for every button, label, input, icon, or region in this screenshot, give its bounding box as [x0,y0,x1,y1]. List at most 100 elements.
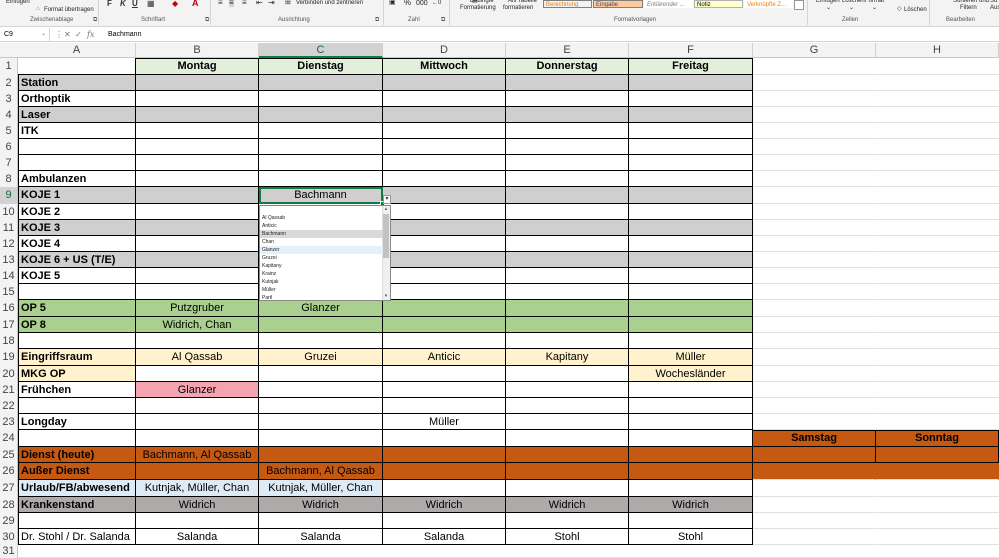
row-header-23[interactable]: 23 [0,414,18,430]
cell-h15[interactable] [876,284,999,300]
row-header-18[interactable]: 18 [0,333,18,349]
cell-h10[interactable] [876,204,999,220]
column-header-b[interactable]: B [136,43,259,58]
formula-input[interactable]: Bachmann [108,28,141,41]
cell-h9[interactable] [876,187,999,204]
cell-e23[interactable] [506,414,629,430]
cell-d2[interactable] [383,75,506,91]
column-header-h[interactable]: H [876,43,999,58]
cell-b29[interactable] [136,513,259,529]
enter-icon[interactable]: ✓ [75,28,82,41]
row-header-3[interactable]: 3 [0,91,18,107]
cell-f5[interactable] [629,123,753,139]
format-chevron-icon[interactable]: ⌄ [872,5,877,12]
cell-a8[interactable]: Ambulanzen [18,171,136,187]
cell-d20[interactable] [383,366,506,382]
cell-c29[interactable] [259,513,383,529]
cell-c5[interactable] [259,123,383,139]
fill-color-icon[interactable]: ◆ [172,0,178,8]
row-header-30[interactable]: 30 [0,529,18,545]
cell-b11[interactable] [136,220,259,236]
cell-f31[interactable] [629,545,753,558]
cell-g4[interactable] [753,107,876,123]
row-header-8[interactable]: 8 [0,171,18,187]
cell-b4[interactable] [136,107,259,123]
cell-g25[interactable] [753,447,876,463]
cell-f14[interactable] [629,268,753,284]
cell-g18[interactable] [753,333,876,349]
cell-b8[interactable] [136,171,259,187]
dropdown-option[interactable]: Kutnjak [260,278,383,286]
cell-d13[interactable] [383,252,506,268]
cell-g2[interactable] [753,75,876,91]
cell-f24[interactable] [629,430,753,447]
cell-g13[interactable] [753,252,876,268]
row-header-1[interactable]: 1 [0,58,18,75]
cell-c3[interactable] [259,91,383,107]
cell-g21[interactable] [753,382,876,398]
cell-d10[interactable] [383,204,506,220]
column-header-c[interactable]: C [259,43,383,58]
cell-c2[interactable] [259,75,383,91]
format-painter-button[interactable]: Format übertragen [44,7,94,14]
cell-d19[interactable]: Anticic [383,349,506,366]
cell-e22[interactable] [506,398,629,414]
cell-a20[interactable]: MKG OP [18,366,136,382]
cell-h24[interactable]: Sonntag [876,430,999,447]
clear-icon[interactable]: ◇ [897,6,902,13]
cell-c28[interactable]: Widrich [259,497,383,513]
sort-filter-button-2[interactable]: Filtern [960,5,977,12]
cell-g17[interactable] [753,317,876,333]
styles-more-button[interactable] [794,0,804,10]
cell-f23[interactable] [629,414,753,430]
cell-d27[interactable] [383,480,506,497]
cell-e8[interactable] [506,171,629,187]
cell-g9[interactable] [753,187,876,204]
cell-f19[interactable]: Müller [629,349,753,366]
row-header-29[interactable]: 29 [0,513,18,529]
cell-e5[interactable] [506,123,629,139]
underline-button[interactable]: U [132,0,138,8]
cell-f25[interactable] [629,447,753,463]
cell-d12[interactable] [383,236,506,252]
cell-a26[interactable]: Außer Dienst [18,463,136,480]
column-header-e[interactable]: E [506,43,629,58]
bold-button[interactable]: F [107,0,112,8]
cell-b16[interactable]: Putzgruber [136,300,259,317]
row-header-27[interactable]: 27 [0,480,18,497]
cell-d28[interactable]: Widrich [383,497,506,513]
cell-g19[interactable] [753,349,876,366]
cell-h27[interactable] [876,480,999,497]
cell-g5[interactable] [753,123,876,139]
cell-f28[interactable]: Widrich [629,497,753,513]
cell-b15[interactable] [136,284,259,300]
group-launcher-0-icon[interactable]: ⧉ [93,17,97,24]
row-header-14[interactable]: 14 [0,268,18,284]
cell-e28[interactable]: Widrich [506,497,629,513]
cell-h22[interactable] [876,398,999,414]
cell-g1[interactable] [753,58,876,75]
cell-g14[interactable] [753,268,876,284]
cell-f29[interactable] [629,513,753,529]
cell-e27[interactable] [506,480,629,497]
align-right-icon[interactable]: ≡ [242,0,247,7]
cell-e3[interactable] [506,91,629,107]
row-header-6[interactable]: 6 [0,139,18,155]
scroll-up-icon[interactable]: ▴ [382,206,390,213]
cell-g12[interactable] [753,236,876,252]
cell-b20[interactable] [136,366,259,382]
paste-button[interactable]: Einfügen [6,0,30,6]
row-header-11[interactable]: 11 [0,220,18,236]
row-header-22[interactable]: 22 [0,398,18,414]
dropdown-option[interactable]: Gruzei [260,254,383,262]
row-header-21[interactable]: 21 [0,382,18,398]
cell-c4[interactable] [259,107,383,123]
cell-g29[interactable] [753,513,876,529]
cell-b31[interactable] [136,545,259,558]
merge-center-icon[interactable]: ⊞ [285,0,291,6]
cell-c30[interactable]: Salanda [259,529,383,545]
cell-a19[interactable]: Eingriffsraum [18,349,136,366]
cell-d16[interactable] [383,300,506,317]
cell-a1[interactable] [18,58,136,75]
cell-d22[interactable] [383,398,506,414]
